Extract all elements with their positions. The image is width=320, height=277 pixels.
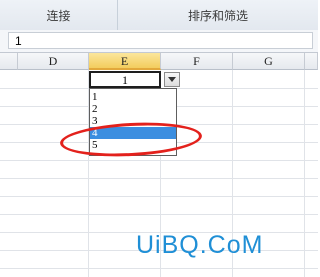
ribbon-group-label: 连接 — [46, 8, 71, 23]
column-header-g[interactable]: G — [233, 53, 305, 70]
ribbon-group-bar: 连接 排序和筛选 — [0, 0, 318, 31]
red-highlight-ellipse — [59, 119, 203, 160]
watermark: UiBQ.CoM — [136, 231, 264, 259]
column-header-d[interactable]: D — [18, 53, 89, 70]
active-cell-e[interactable]: 1 — [89, 71, 161, 88]
gridline-horizontal — [0, 160, 318, 161]
formula-bar: 1 — [0, 30, 318, 53]
formula-input[interactable]: 1 — [8, 32, 313, 49]
corner-header[interactable] — [0, 53, 18, 70]
column-header-e[interactable]: E — [89, 53, 161, 70]
ribbon-group-label: 排序和筛选 — [187, 8, 248, 23]
gridline-horizontal — [0, 214, 318, 215]
gridline-horizontal — [0, 196, 318, 197]
dropdown-arrow-button[interactable] — [164, 72, 180, 87]
ribbon-group-sort-filter[interactable]: 排序和筛选 — [118, 0, 318, 30]
gridline-vertical — [304, 70, 305, 277]
chevron-down-icon — [168, 77, 176, 82]
gridline-horizontal — [0, 178, 318, 179]
dropdown-option[interactable]: 2 — [90, 103, 176, 115]
column-header-f[interactable]: F — [161, 53, 233, 70]
dropdown-option[interactable]: 1 — [90, 91, 176, 103]
ribbon-group-connections[interactable]: 连接 — [0, 0, 118, 30]
gridline-horizontal — [0, 268, 318, 269]
column-header-next[interactable] — [305, 53, 318, 70]
